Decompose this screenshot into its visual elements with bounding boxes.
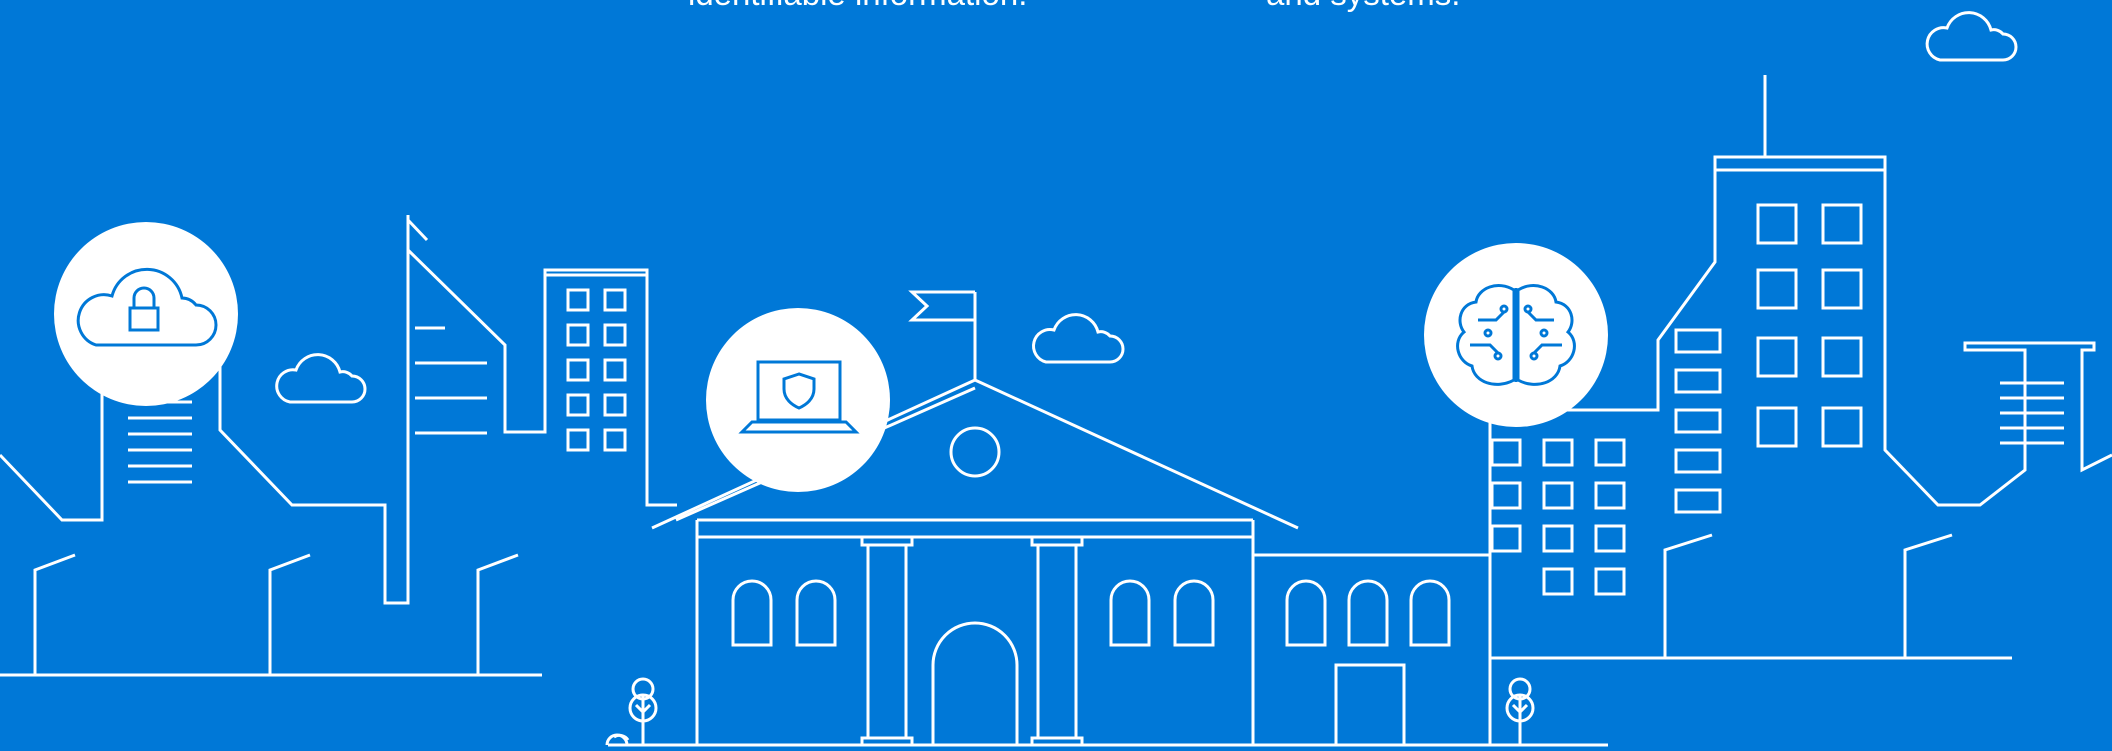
mid-windows	[1490, 438, 1626, 596]
cloud-lock-badge	[54, 222, 238, 406]
building-windows	[566, 288, 627, 452]
cloud-icon	[275, 353, 367, 404]
street-lamps-left	[33, 553, 519, 675]
tree-icon	[605, 677, 658, 746]
laptop-shield-badge	[706, 308, 890, 492]
vent-lines	[2000, 381, 2064, 445]
tower-windows	[1756, 203, 1863, 448]
tree-icon	[1505, 677, 1535, 745]
cloud-icon	[1925, 11, 2018, 62]
city-skyline	[0, 11, 2112, 747]
city-illustration: identifiable information. and systems.	[0, 0, 2112, 751]
side-windows	[1674, 328, 1722, 514]
street-lamps-right	[1663, 533, 1953, 658]
ai-brain-badge	[1424, 243, 1608, 427]
cloud-icon	[1032, 313, 1125, 364]
